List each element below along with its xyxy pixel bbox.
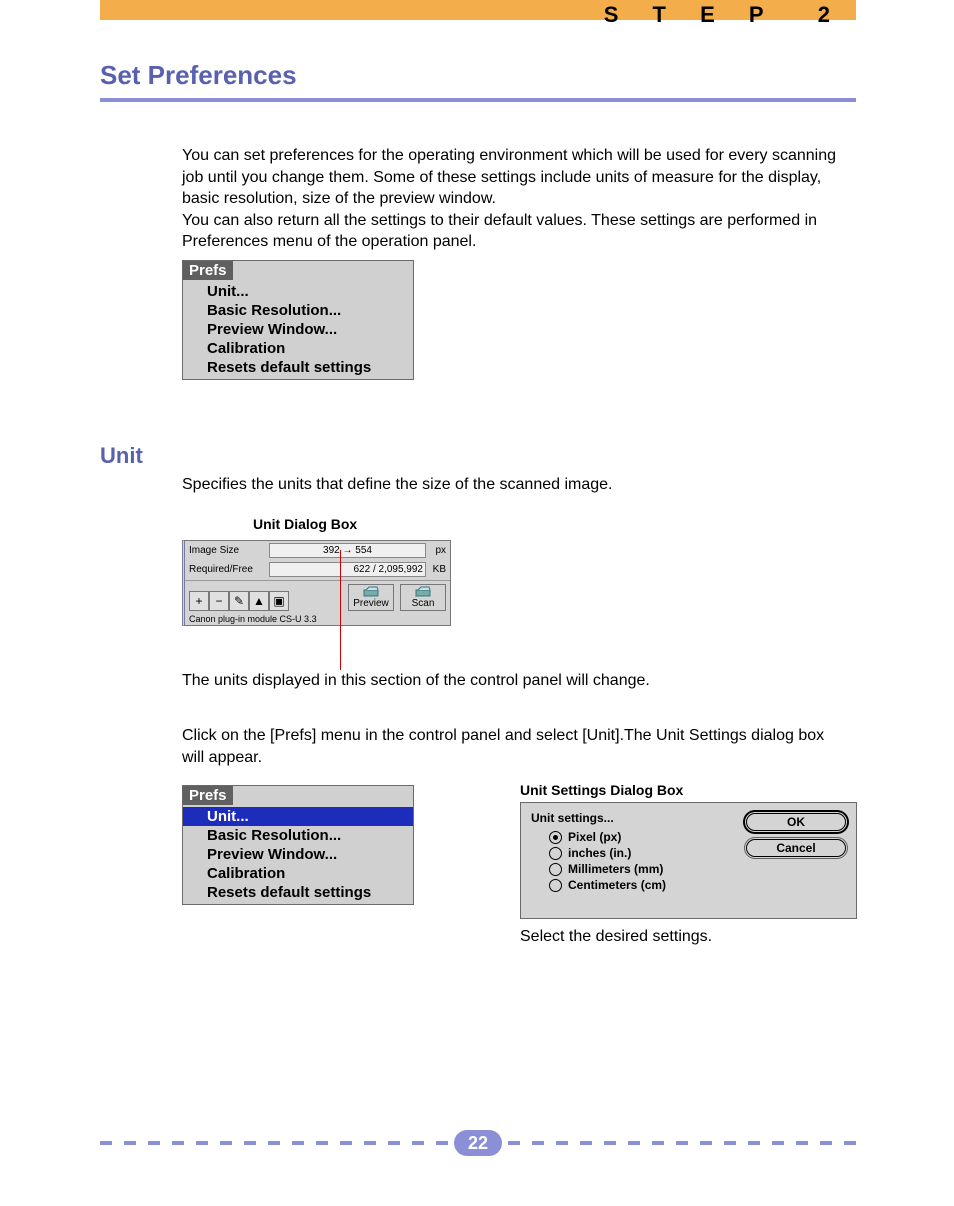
callout-line (340, 550, 341, 670)
zoom-in-icon[interactable]: + (189, 591, 209, 611)
radio-inches[interactable]: inches (in.) (531, 845, 736, 861)
fig2-caption: Select the desired settings. (520, 928, 712, 946)
menu-item-reset[interactable]: Resets default settings (183, 883, 413, 902)
menu-item-unit[interactable]: Unit... (183, 807, 413, 826)
radio-label: Centimeters (cm) (568, 878, 666, 892)
preview-button-label: Preview (353, 598, 389, 609)
radio-icon (549, 831, 562, 844)
page-footer: 22 (100, 1130, 856, 1156)
menu-item-preview-window[interactable]: Preview Window... (183, 845, 413, 864)
menu-item-preview-window[interactable]: Preview Window... (183, 320, 413, 339)
image-size-label: Image Size (189, 545, 269, 556)
paragraph-2: Click on the [Prefs] menu in the control… (182, 725, 842, 768)
image-size-value: 392 → 554 (269, 543, 426, 558)
prefs-menu-header[interactable]: Prefs (183, 786, 233, 805)
radio-label: Millimeters (mm) (568, 862, 663, 876)
scanner-icon (415, 586, 431, 598)
menu-item-calibration[interactable]: Calibration (183, 864, 413, 883)
image-icon[interactable]: ▣ (269, 591, 289, 611)
prefs-menu-expanded: Prefs Unit... Basic Resolution... Previe… (182, 785, 414, 905)
radio-cm[interactable]: Centimeters (cm) (531, 877, 736, 893)
preview-button[interactable]: Preview (348, 584, 394, 611)
title-underline (100, 98, 856, 102)
menu-item-unit[interactable]: Unit... (183, 282, 413, 301)
section-heading-unit: Unit (100, 443, 143, 469)
required-label: Required/Free (189, 564, 269, 575)
intro-paragraph: You can set preferences for the operatin… (182, 145, 842, 253)
dialog-heading: Unit settings... (531, 811, 736, 825)
menu-item-resolution[interactable]: Basic Resolution... (183, 301, 413, 320)
unit-dialog-figure: Image Size 392 → 554 px Required/Free 62… (182, 540, 451, 626)
ok-button[interactable]: OK (746, 813, 846, 831)
header-bar: S T E P 2 (100, 0, 856, 20)
radio-icon (549, 863, 562, 876)
mountain-icon[interactable]: ▲ (249, 591, 269, 611)
image-size-unit: px (428, 545, 446, 556)
radio-label: Pixel (px) (568, 830, 621, 844)
menu-item-reset[interactable]: Resets default settings (183, 358, 413, 377)
cancel-button[interactable]: Cancel (746, 839, 846, 857)
step-label: S T E P 2 (604, 2, 844, 28)
required-value: 622 / 2,095,992 (269, 562, 426, 577)
page-number: 22 (454, 1130, 502, 1156)
page-title: Set Preferences (100, 60, 297, 91)
fig1-footer: Canon plug-in module CS-U 3.3 (185, 613, 450, 625)
pen-icon[interactable]: ✎ (229, 591, 249, 611)
fig1-caption: The units displayed in this section of t… (182, 672, 832, 690)
radio-label: inches (in.) (568, 846, 631, 860)
footer-dash-left (100, 1141, 448, 1145)
zoom-out-icon[interactable]: − (209, 591, 229, 611)
fig1-label: Unit Dialog Box (253, 516, 357, 532)
section-desc: Specifies the units that define the size… (182, 476, 832, 494)
prefs-menu-header[interactable]: Prefs (183, 261, 233, 280)
menu-item-calibration[interactable]: Calibration (183, 339, 413, 358)
radio-mm[interactable]: Millimeters (mm) (531, 861, 736, 877)
required-unit: KB (428, 564, 446, 575)
scan-button[interactable]: Scan (400, 584, 446, 611)
unit-settings-dialog: Unit settings... Pixel (px) inches (in.)… (520, 802, 857, 919)
radio-pixel[interactable]: Pixel (px) (531, 829, 736, 845)
fig2-label: Unit Settings Dialog Box (520, 782, 683, 798)
footer-dash-right (508, 1141, 856, 1145)
radio-icon (549, 879, 562, 892)
scanner-icon (363, 586, 379, 598)
prefs-menu: Prefs Unit... Basic Resolution... Previe… (182, 260, 414, 380)
radio-icon (549, 847, 562, 860)
menu-item-resolution[interactable]: Basic Resolution... (183, 826, 413, 845)
scan-button-label: Scan (412, 598, 435, 609)
